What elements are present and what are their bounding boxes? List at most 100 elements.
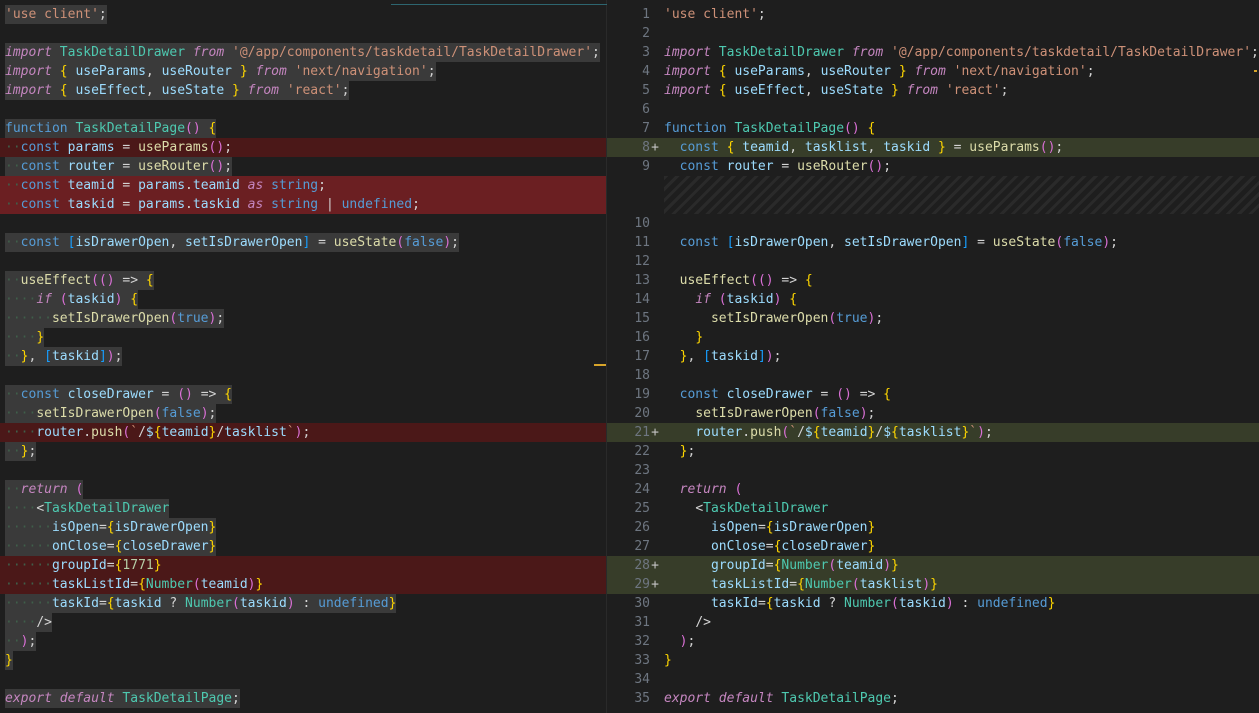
code-line[interactable]: ··const teamid = params.teamid as string…: [0, 176, 607, 195]
code-line[interactable]: import { useParams, useRouter } from 'ne…: [0, 62, 607, 81]
code-line[interactable]: ··};: [0, 442, 607, 461]
code-line[interactable]: 8 + const { teamid, tasklist, taskid } = …: [607, 138, 1259, 157]
code-line[interactable]: ······setIsDrawerOpen(true);: [0, 309, 607, 328]
overview-ruler-mark-right: [1254, 70, 1257, 72]
code-text: ··}, [taskid]);: [5, 347, 123, 366]
code-line[interactable]: 16 }: [607, 328, 1259, 347]
code-line[interactable]: ······taskId={taskid ? Number(taskid) : …: [0, 594, 607, 613]
code-line[interactable]: 21 + router.push(`/${teamid}/${tasklist}`…: [607, 423, 1259, 442]
code-text: const [isDrawerOpen, setIsDrawerOpen] = …: [679, 235, 1118, 250]
line-number: 11: [634, 235, 650, 250]
code-text: 'use client';: [664, 7, 766, 22]
code-line[interactable]: [0, 670, 607, 689]
code-line[interactable]: ··const [isDrawerOpen, setIsDrawerOpen] …: [0, 233, 607, 252]
code-line[interactable]: [0, 24, 607, 43]
code-line[interactable]: 13 useEffect(() => {: [607, 271, 1259, 290]
code-line[interactable]: ··const closeDrawer = () => {: [0, 385, 607, 404]
code-line[interactable]: 15 setIsDrawerOpen(true);: [607, 309, 1259, 328]
code-text: export default TaskDetailPage;: [5, 689, 240, 708]
code-line[interactable]: 9 const router = useRouter();: [607, 157, 1259, 176]
code-line[interactable]: 4 import { useParams, useRouter } from 'n…: [607, 62, 1259, 81]
code-line[interactable]: 19 const closeDrawer = () => {: [607, 385, 1259, 404]
code-line[interactable]: ······taskListId={Number(teamid)}: [0, 575, 607, 594]
code-text: ····setIsDrawerOpen(false);: [5, 404, 217, 423]
code-line[interactable]: ··}, [taskid]);: [0, 347, 607, 366]
code-line[interactable]: 24 return (: [607, 480, 1259, 499]
code-line[interactable]: 35 export default TaskDetailPage;: [607, 689, 1259, 708]
pane-divider[interactable]: [606, 0, 607, 713]
code-line[interactable]: 34: [607, 670, 1259, 689]
code-line[interactable]: ··);: [0, 632, 607, 651]
code-line[interactable]: [0, 214, 607, 233]
code-line[interactable]: 31 />: [607, 613, 1259, 632]
code-line[interactable]: ······isOpen={isDrawerOpen}: [0, 518, 607, 537]
diff-original-pane[interactable]: 'use client'; import TaskDetailDrawer fro…: [0, 0, 607, 713]
code-text: setIsDrawerOpen(true);: [710, 311, 884, 326]
line-number: 3: [642, 45, 650, 60]
code-line[interactable]: [0, 461, 607, 480]
code-line[interactable]: ··const params = useParams();: [0, 138, 607, 157]
code-line[interactable]: 22 };: [607, 442, 1259, 461]
code-line[interactable]: 27 onClose={closeDrawer}: [607, 537, 1259, 556]
code-line[interactable]: ····<TaskDetailDrawer: [0, 499, 607, 518]
code-text: const closeDrawer = () => {: [679, 387, 891, 402]
code-line[interactable]: [0, 366, 607, 385]
code-line[interactable]: 23: [607, 461, 1259, 480]
code-line[interactable]: 30 taskId={taskid ? Number(taskid) : und…: [607, 594, 1259, 613]
code-line[interactable]: 18: [607, 366, 1259, 385]
added-line-marker: +: [651, 558, 659, 573]
code-line[interactable]: 10: [607, 214, 1259, 233]
code-line[interactable]: ··const router = useRouter();: [0, 157, 607, 176]
code-text: ··);: [5, 632, 37, 651]
line-number: 29: [634, 577, 650, 592]
code-line[interactable]: ····setIsDrawerOpen(false);: [0, 404, 607, 423]
code-line[interactable]: 25 <TaskDetailDrawer: [607, 499, 1259, 518]
code-line[interactable]: export default TaskDetailPage;: [0, 689, 607, 708]
code-text: ··return (: [5, 480, 84, 499]
added-line-marker: +: [651, 425, 659, 440]
line-number: 27: [634, 539, 650, 554]
code-line[interactable]: ····router.push(`/${teamid}/tasklist`);: [0, 423, 607, 442]
code-line[interactable]: import { useEffect, useState } from 'rea…: [0, 81, 607, 100]
code-line[interactable]: 7 function TaskDetailPage() {: [607, 119, 1259, 138]
code-line[interactable]: ··return (: [0, 480, 607, 499]
code-line[interactable]: [0, 252, 607, 271]
line-number: 2: [642, 26, 650, 41]
diff-modified-pane[interactable]: 1'use client'; 2 3 import TaskDetailDrawer …: [607, 0, 1259, 713]
code-line[interactable]: [0, 100, 607, 119]
code-text: ··useEffect(() => {: [5, 271, 154, 290]
code-line[interactable]: 33}: [607, 651, 1259, 670]
code-line[interactable]: 26 isOpen={isDrawerOpen}: [607, 518, 1259, 537]
code-text: };: [679, 444, 696, 459]
code-line[interactable]: 3 import TaskDetailDrawer from '@/app/com…: [607, 43, 1259, 62]
code-line[interactable]: 17 }, [taskid]);: [607, 347, 1259, 366]
code-line[interactable]: }: [0, 651, 607, 670]
line-number: 23: [634, 463, 650, 478]
code-line[interactable]: ······onClose={closeDrawer}: [0, 537, 607, 556]
code-line[interactable]: import TaskDetailDrawer from '@/app/comp…: [0, 43, 607, 62]
code-line[interactable]: function TaskDetailPage() {: [0, 119, 607, 138]
code-text: if (taskid) {: [695, 292, 798, 307]
code-line[interactable]: 29 + taskListId={Number(tasklist)}: [607, 575, 1259, 594]
code-line[interactable]: 28 + groupId={Number(teamid)}: [607, 556, 1259, 575]
code-text: <TaskDetailDrawer: [695, 501, 829, 516]
code-line[interactable]: ··const taskid = params.taskid as string…: [0, 195, 607, 214]
code-line[interactable]: 1 'use client';: [607, 5, 1259, 24]
code-line[interactable]: ····if (taskid) {: [0, 290, 607, 309]
code-line[interactable]: ····/>: [0, 613, 607, 632]
code-line[interactable]: 11 const [isDrawerOpen, setIsDrawerOpen]…: [607, 233, 1259, 252]
code-line[interactable]: 20 setIsDrawerOpen(false);: [607, 404, 1259, 423]
code-line[interactable]: 2: [607, 24, 1259, 43]
code-line[interactable]: 14 if (taskid) {: [607, 290, 1259, 309]
code-line[interactable]: 'use client';: [0, 5, 607, 24]
code-line[interactable]: 12: [607, 252, 1259, 271]
code-line[interactable]: 32 );: [607, 632, 1259, 651]
code-line[interactable]: 6: [607, 100, 1259, 119]
code-line[interactable]: 5 import { useEffect, useState } from 're…: [607, 81, 1259, 100]
line-number: 20: [634, 406, 650, 421]
line-number: 13: [634, 273, 650, 288]
code-line[interactable]: ······groupId={1771}: [0, 556, 607, 575]
code-line[interactable]: ··useEffect(() => {: [0, 271, 607, 290]
code-text: ····/>: [5, 613, 52, 632]
code-line[interactable]: ····}: [0, 328, 607, 347]
